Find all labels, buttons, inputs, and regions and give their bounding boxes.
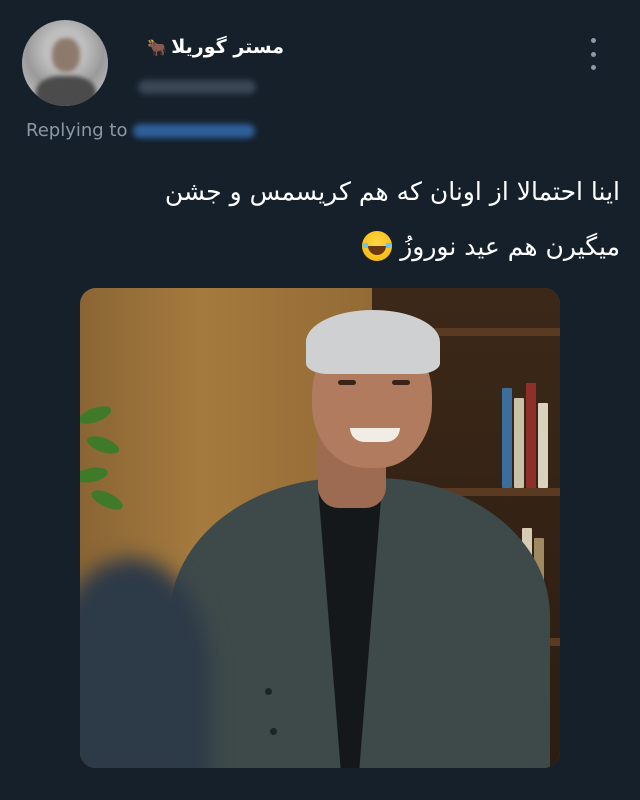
display-name-text: مستر گوریلا [171,36,284,58]
blurred-handle [138,80,256,94]
bull-icon: 🐂 [147,37,168,57]
replying-to-label: Replying to [26,120,128,141]
tweet-text-line-1: اینا احتمالا از اونان که هم کریسمس و جشن [164,177,620,206]
image-smile [350,428,400,442]
image-hair [306,310,440,374]
more-options-icon[interactable] [586,38,600,70]
replying-to-line: Replying to [26,120,256,141]
tweet-text: اینا احتمالا از اونان که هم کریسمس و جشن… [80,164,620,274]
tweet-text-line-2: میگیرن هم عید نوروزُ [80,219,620,274]
display-name[interactable]: مستر گوریلا 🐂 [147,36,284,58]
laughing-emoji-icon [362,231,393,261]
tweet-text-line-2-words: میگیرن هم عید نوروزُ [400,232,620,261]
tweet-image[interactable] [80,288,560,768]
blurred-reply-handle[interactable] [133,123,256,138]
avatar-head [52,38,80,72]
avatar-shoulders [36,76,96,106]
avatar[interactable] [22,20,108,106]
image-plant [80,398,140,518]
